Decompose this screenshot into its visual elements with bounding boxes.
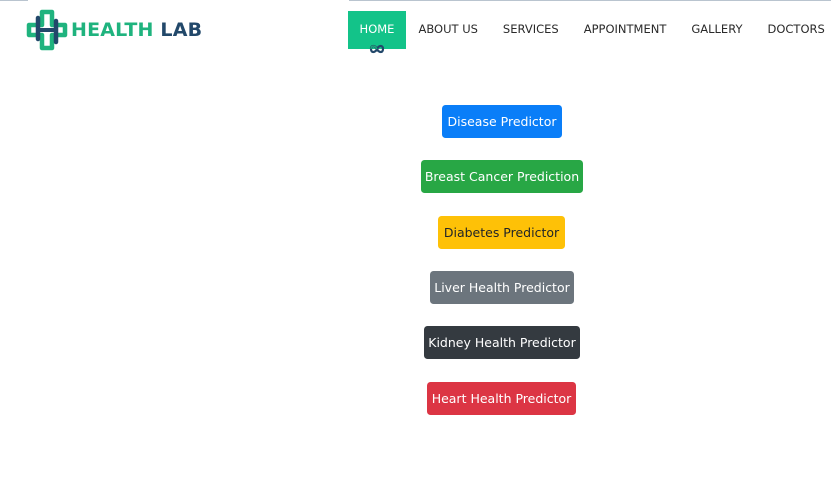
liver-health-predictor-button[interactable]: Liver Health Predictor — [430, 271, 574, 304]
nav-item-home-label: HOME — [359, 22, 395, 36]
nav-item-home[interactable]: HOME — [348, 11, 406, 54]
disease-predictor-button[interactable]: Disease Predictor — [442, 105, 562, 138]
diabetes-predictor-button[interactable]: Diabetes Predictor — [438, 216, 565, 249]
brand-name-part1: HEALTH — [71, 19, 154, 41]
kidney-health-predictor-button[interactable]: Kidney Health Predictor — [424, 326, 580, 359]
brand-name: HEALTH LAB — [71, 19, 202, 41]
heart-health-predictor-button[interactable]: Heart Health Predictor — [427, 382, 576, 415]
nav-item-services[interactable]: SERVICES — [490, 11, 571, 49]
medical-cross-logo-icon — [26, 9, 68, 51]
nav-item-appointment[interactable]: APPOINTMENT — [571, 11, 679, 49]
brand-logo[interactable]: HEALTH LAB — [26, 9, 202, 51]
nav-item-doctors[interactable]: DOCTORS — [755, 11, 831, 49]
brand-name-part2: LAB — [153, 19, 203, 41]
infinity-ornament-icon — [369, 44, 385, 54]
nav-item-gallery[interactable]: GALLERY — [679, 11, 755, 49]
breast-cancer-prediction-button[interactable]: Breast Cancer Prediction — [421, 160, 583, 193]
nav-item-about-us[interactable]: ABOUT US — [406, 11, 490, 49]
top-border-left — [0, 0, 28, 1]
main-nav: HOME ABOUT US SERVICES APPOINTMENT GALLE… — [348, 11, 831, 54]
top-border-right — [349, 0, 831, 1]
